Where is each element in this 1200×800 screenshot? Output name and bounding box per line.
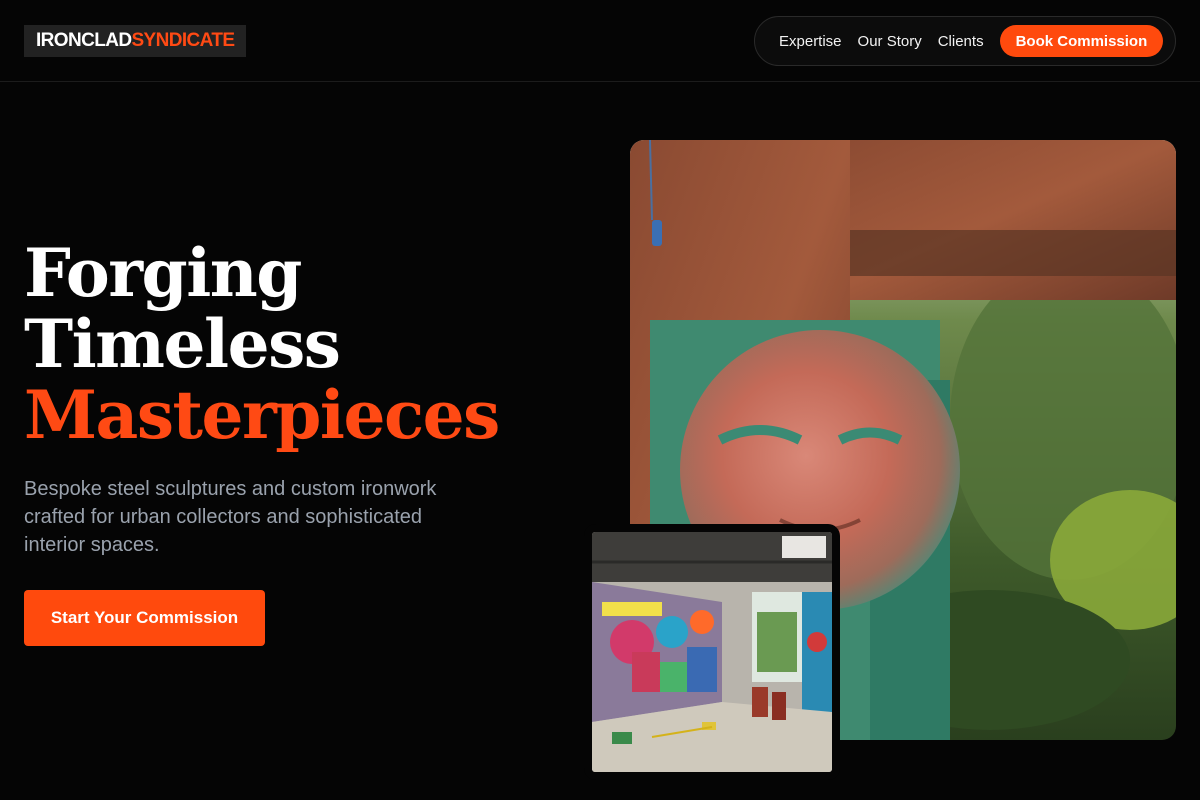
logo[interactable]: IRONCLAD SYNDICATE bbox=[24, 25, 247, 57]
logo-part-2: SYNDICATE bbox=[131, 30, 235, 51]
hero-headline: Forging Timeless Masterpieces bbox=[24, 238, 544, 451]
headline-line-2: Timeless bbox=[24, 305, 341, 383]
nav-link-our-story[interactable]: Our Story bbox=[858, 33, 922, 50]
main-nav: Expertise Our Story Clients Book Commiss… bbox=[754, 16, 1176, 66]
nav-link-expertise[interactable]: Expertise bbox=[779, 33, 842, 50]
studio-photo bbox=[592, 532, 832, 772]
site-header: IRONCLAD SYNDICATE Expertise Our Story Cl… bbox=[0, 0, 1200, 82]
hero-subtitle: Bespoke steel sculptures and custom iron… bbox=[24, 478, 437, 556]
book-commission-button[interactable]: Book Commission bbox=[999, 25, 1164, 57]
headline-line-1: Forging bbox=[24, 234, 302, 312]
headline-line-3: Masterpieces bbox=[24, 376, 500, 454]
graffiti-studio-photo bbox=[592, 532, 832, 772]
studio-image-frame bbox=[584, 524, 840, 780]
start-commission-button[interactable]: Start Your Commission bbox=[24, 590, 265, 646]
logo-part-1: IRONCLAD bbox=[36, 30, 132, 51]
page: IRONCLAD SYNDICATE Expertise Our Story Cl… bbox=[0, 0, 1200, 800]
nav-link-clients[interactable]: Clients bbox=[938, 33, 984, 50]
